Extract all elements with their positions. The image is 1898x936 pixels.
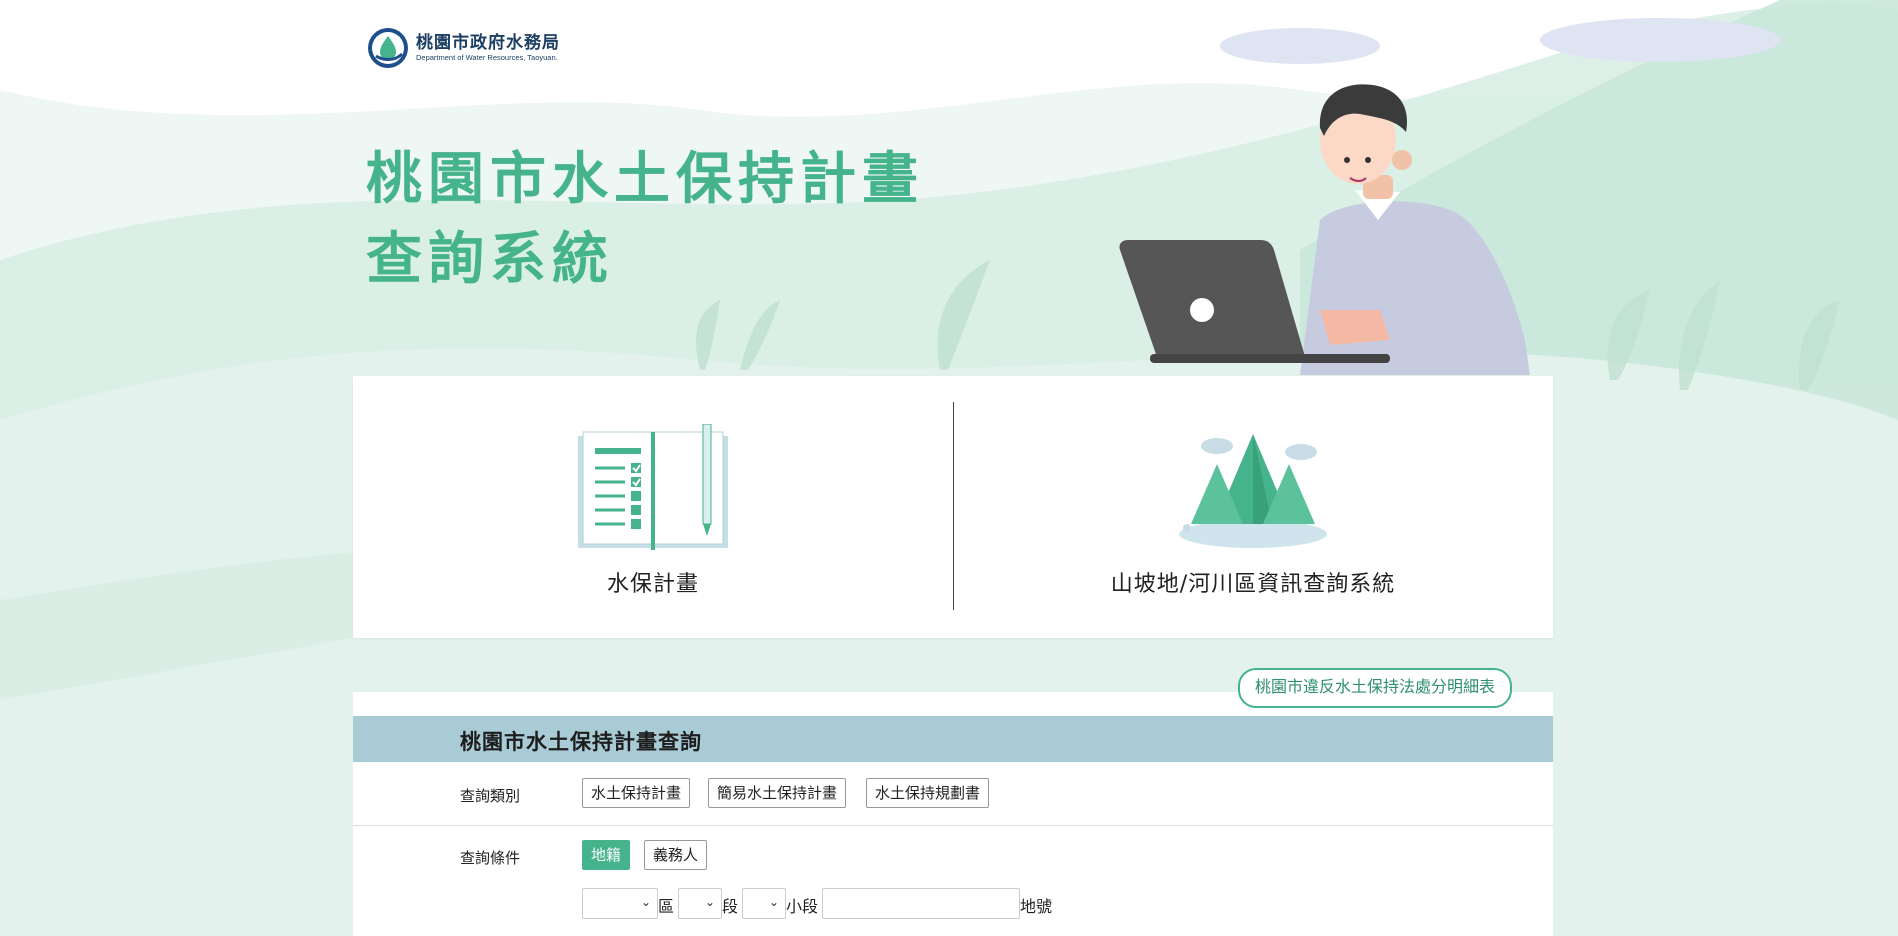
chevron-down-icon: ⌄ [640,895,651,909]
chevron-down-icon: ⌄ [768,895,779,909]
district-label: 區 [658,897,675,916]
row-divider [353,825,1553,826]
logo-chinese-name: 桃園市政府水務局 [416,33,560,53]
search-panel: 桃園市水土保持計畫查詢 查詢類別 水土保持計畫 簡易水土保持計畫 水土保持規劃書… [353,692,1553,936]
hero-title-line-1: 桃園市水土保持計畫 [366,147,924,212]
hero-title-line-2: 查詢系統 [366,227,614,292]
person-with-laptop-illustration [1119,84,1530,375]
water-drop-logo-icon [368,28,408,68]
nav-card-slope-river-info[interactable]: 山坡地/河川區資訊查詢系統 [953,376,1553,638]
condition-obligor-tab[interactable]: 義務人 [644,840,708,870]
search-panel-title: 桃園市水土保持計畫查詢 [460,730,702,754]
subsection-select[interactable]: ⌄ [742,888,786,919]
department-logo[interactable]: 桃園市政府水務局 Department of Water Resources, … [366,26,560,70]
subsection-label: 小段 [786,897,819,916]
section-select[interactable]: ⌄ [678,888,722,919]
nav-card-water-conservation-plan-label: 水保計畫 [606,572,699,597]
category-soil-water-plan-button[interactable]: 水土保持計畫 [582,778,691,808]
nav-card-container: 水保計畫 山坡地/河川區資訊查詢系統 [353,376,1553,638]
search-panel-header: 桃園市水土保持計畫查詢 [353,716,1553,762]
logo-english-name: Department of Water Resources, Taoyuan. [416,53,558,62]
mountain-icon [1179,434,1327,548]
category-simple-plan-button[interactable]: 簡易水土保持計畫 [708,778,847,808]
lot-number-label: 地號 [1020,897,1053,916]
lot-number-input[interactable] [822,888,1020,919]
penalty-details-link[interactable]: 桃園市違反水土保持法處分明細表 [1238,668,1513,708]
chevron-down-icon: ⌄ [704,895,715,909]
category-planning-document-button[interactable]: 水土保持規劃書 [866,778,990,808]
district-select[interactable]: ⌄ [582,888,658,919]
notebook-checklist-icon [578,424,728,550]
hero-title: 桃園市水土保持計畫 查詢系統 [366,140,924,300]
nav-card-water-conservation-plan[interactable]: 水保計畫 [353,376,953,638]
nav-card-slope-river-info-label: 山坡地/河川區資訊查詢系統 [1110,572,1396,597]
query-category-label: 查詢類別 [460,787,521,805]
query-condition-label: 查詢條件 [460,849,521,867]
condition-cadastral-tab[interactable]: 地籍 [582,840,631,870]
section-label: 段 [722,897,739,916]
